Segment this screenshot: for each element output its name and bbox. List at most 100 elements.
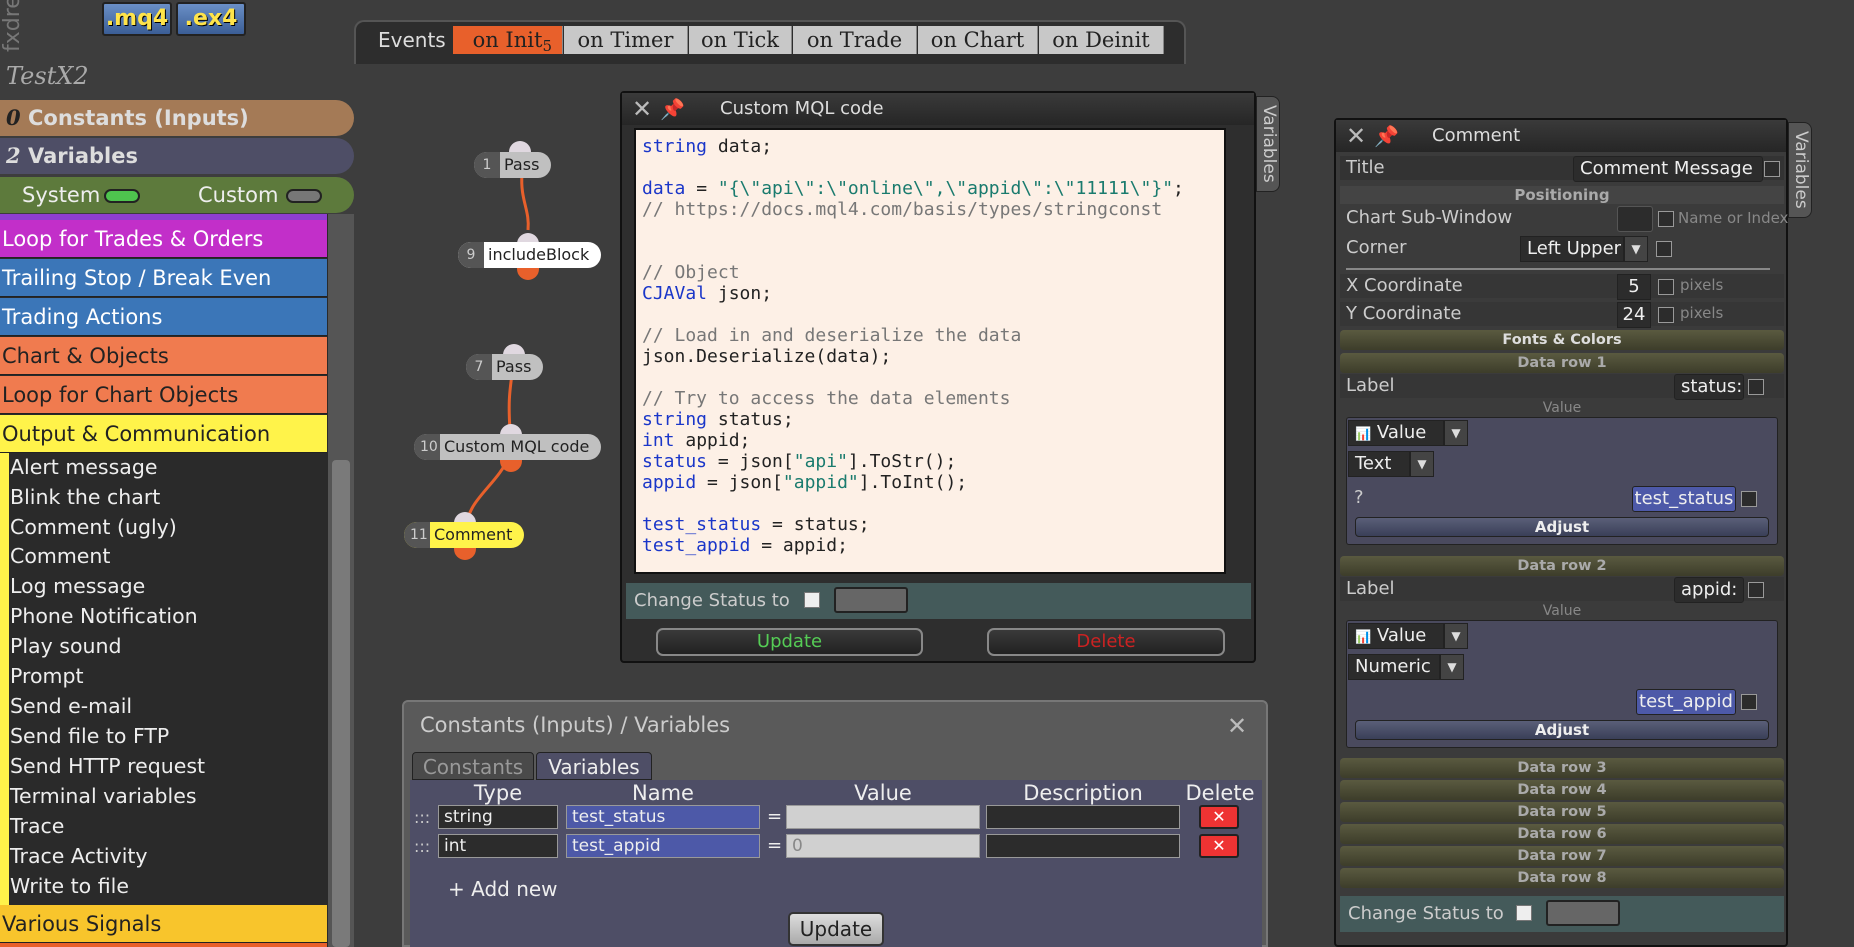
- group-trading-actions[interactable]: Trading Actions: [0, 298, 327, 336]
- var-description-field[interactable]: [986, 805, 1180, 829]
- group-various-signals[interactable]: Various Signals: [0, 905, 327, 943]
- list-item[interactable]: Comment (ugly): [10, 512, 177, 542]
- node-pass-7[interactable]: 7 Pass: [466, 354, 544, 380]
- list-item[interactable]: Send HTTP request: [10, 751, 205, 781]
- corner-select[interactable]: Left Upper: [1520, 236, 1624, 262]
- data-row-7-header[interactable]: Data row 7: [1340, 846, 1784, 866]
- list-item[interactable]: Trace: [10, 811, 64, 841]
- chevron-down-icon[interactable]: ▼: [1624, 236, 1648, 262]
- data-row-1-format-select[interactable]: Text: [1348, 451, 1410, 477]
- delete-row-button[interactable]: ✕: [1199, 805, 1239, 829]
- var-description-field[interactable]: [986, 834, 1180, 858]
- var-name-field[interactable]: test_status: [566, 805, 760, 829]
- node-pass-1[interactable]: 1 Pass: [474, 152, 552, 178]
- tab-constants[interactable]: Constants: [412, 752, 534, 780]
- pin-icon[interactable]: 📌: [660, 93, 685, 125]
- sidebar-constants[interactable]: 0 Constants (Inputs): [0, 100, 354, 136]
- chevron-down-icon[interactable]: ▼: [1444, 420, 1468, 446]
- data-row-2-var-checkbox[interactable]: [1741, 694, 1757, 710]
- fonts-colors-header[interactable]: Fonts & Colors: [1340, 330, 1784, 350]
- data-row-6-header[interactable]: Data row 6: [1340, 824, 1784, 844]
- change-status-checkbox[interactable]: [804, 592, 820, 608]
- title-input[interactable]: Comment Message: [1573, 156, 1763, 182]
- export-ex4-button[interactable]: .ex4: [176, 2, 246, 36]
- list-item[interactable]: Send e-mail: [10, 691, 132, 721]
- node-include-block[interactable]: 9 includeBlock: [458, 242, 602, 268]
- tab-on-init[interactable]: on Init 5: [453, 26, 563, 55]
- change-status-checkbox[interactable]: [1516, 905, 1532, 921]
- chevron-down-icon[interactable]: ▼: [1440, 654, 1464, 680]
- y-checkbox[interactable]: [1658, 307, 1674, 323]
- group-loop-chart-objects[interactable]: Loop for Chart Objects: [0, 376, 327, 414]
- list-item[interactable]: Prompt: [10, 661, 84, 691]
- list-item[interactable]: Phone Notification: [10, 601, 198, 631]
- chevron-down-icon[interactable]: ▼: [1444, 623, 1468, 649]
- group-trailing-stop[interactable]: Trailing Stop / Break Even: [0, 259, 327, 297]
- var-value-field[interactable]: 0: [786, 834, 980, 858]
- data-row-2-type-select[interactable]: 📊 Value: [1348, 623, 1444, 649]
- tab-on-timer[interactable]: on Timer: [564, 26, 688, 54]
- tab-on-deinit[interactable]: on Deinit: [1039, 26, 1164, 54]
- var-type-field[interactable]: int: [438, 834, 558, 858]
- custom-toggle[interactable]: [286, 189, 322, 203]
- tab-on-chart[interactable]: on Chart: [918, 26, 1038, 54]
- tab-on-tick[interactable]: on Tick: [689, 26, 792, 54]
- data-row-1-var-checkbox[interactable]: [1741, 491, 1757, 507]
- drag-handle[interactable]: :::: [414, 808, 430, 827]
- data-row-3-header[interactable]: Data row 3: [1340, 758, 1784, 778]
- change-status-field[interactable]: [1546, 900, 1620, 926]
- close-icon[interactable]: ✕: [1346, 120, 1366, 152]
- group-loop-trades[interactable]: Loop for Trades & Orders: [0, 220, 327, 258]
- group-chart-objects[interactable]: Chart & Objects: [0, 337, 327, 375]
- group-output-communication[interactable]: Output & Communication: [0, 415, 327, 453]
- list-item[interactable]: Play sound: [10, 631, 122, 661]
- data-row-2-variable[interactable]: test_appid: [1636, 689, 1736, 715]
- x-checkbox[interactable]: [1658, 279, 1674, 295]
- data-row-1-label-input[interactable]: status:: [1674, 374, 1744, 400]
- list-item[interactable]: Send file to FTP: [10, 721, 169, 751]
- data-row-2-label-input[interactable]: appid:: [1674, 577, 1744, 603]
- data-row-8-header[interactable]: Data row 8: [1340, 868, 1784, 888]
- code-editor[interactable]: string data; data = "{\"api\":\"online\",…: [634, 128, 1226, 574]
- variables-update-button[interactable]: Update: [788, 912, 884, 946]
- list-item[interactable]: Comment: [10, 541, 110, 571]
- var-type-field[interactable]: string: [438, 805, 558, 829]
- tab-variables[interactable]: Variables: [536, 752, 652, 780]
- list-item[interactable]: Log message: [10, 571, 145, 601]
- pin-icon[interactable]: 📌: [1374, 120, 1399, 152]
- add-new-button[interactable]: + Add new: [448, 877, 558, 901]
- tab-on-trade[interactable]: on Trade: [793, 26, 917, 54]
- var-name-field[interactable]: test_appid: [566, 834, 760, 858]
- data-row-1-variable[interactable]: test_status: [1632, 486, 1736, 512]
- data-row-2-adjust-button[interactable]: Adjust: [1355, 720, 1769, 740]
- data-row-1-adjust-button[interactable]: Adjust: [1355, 517, 1769, 537]
- variables-side-tab[interactable]: Variables: [1788, 122, 1812, 218]
- x-input[interactable]: 5: [1617, 274, 1651, 300]
- title-checkbox[interactable]: [1764, 161, 1780, 177]
- list-item[interactable]: Alert message: [10, 452, 157, 482]
- variables-side-tab[interactable]: Variables: [1256, 96, 1280, 192]
- data-row-5-header[interactable]: Data row 5: [1340, 802, 1784, 822]
- list-item[interactable]: Write to file: [10, 871, 129, 901]
- var-value-field[interactable]: [786, 805, 980, 829]
- change-status-field[interactable]: [834, 587, 908, 613]
- close-icon[interactable]: ✕: [632, 93, 652, 125]
- sub-window-input[interactable]: [1617, 206, 1653, 232]
- node-comment[interactable]: 11 Comment: [404, 522, 525, 548]
- data-row-1-type-select[interactable]: 📊 Value: [1348, 420, 1444, 446]
- list-item[interactable]: Trace Activity: [10, 841, 148, 871]
- list-item[interactable]: Blink the chart: [10, 482, 160, 512]
- data-row-2-header[interactable]: Data row 2: [1340, 556, 1784, 576]
- chevron-down-icon[interactable]: ▼: [1410, 451, 1434, 477]
- corner-checkbox[interactable]: [1656, 241, 1672, 257]
- system-toggle[interactable]: [104, 189, 140, 203]
- data-row-1-label-checkbox[interactable]: [1748, 379, 1764, 395]
- sub-window-checkbox[interactable]: [1658, 211, 1674, 227]
- update-button[interactable]: Update: [656, 628, 923, 656]
- close-icon[interactable]: ✕: [1222, 712, 1252, 742]
- export-mq4-button[interactable]: .mq4: [102, 2, 172, 36]
- scrollbar-thumb[interactable]: [332, 460, 350, 947]
- sidebar-variables[interactable]: 2 Variables: [0, 138, 354, 174]
- data-row-2-label-checkbox[interactable]: [1748, 582, 1764, 598]
- node-custom-mql[interactable]: 10 Custom MQL code: [414, 434, 602, 460]
